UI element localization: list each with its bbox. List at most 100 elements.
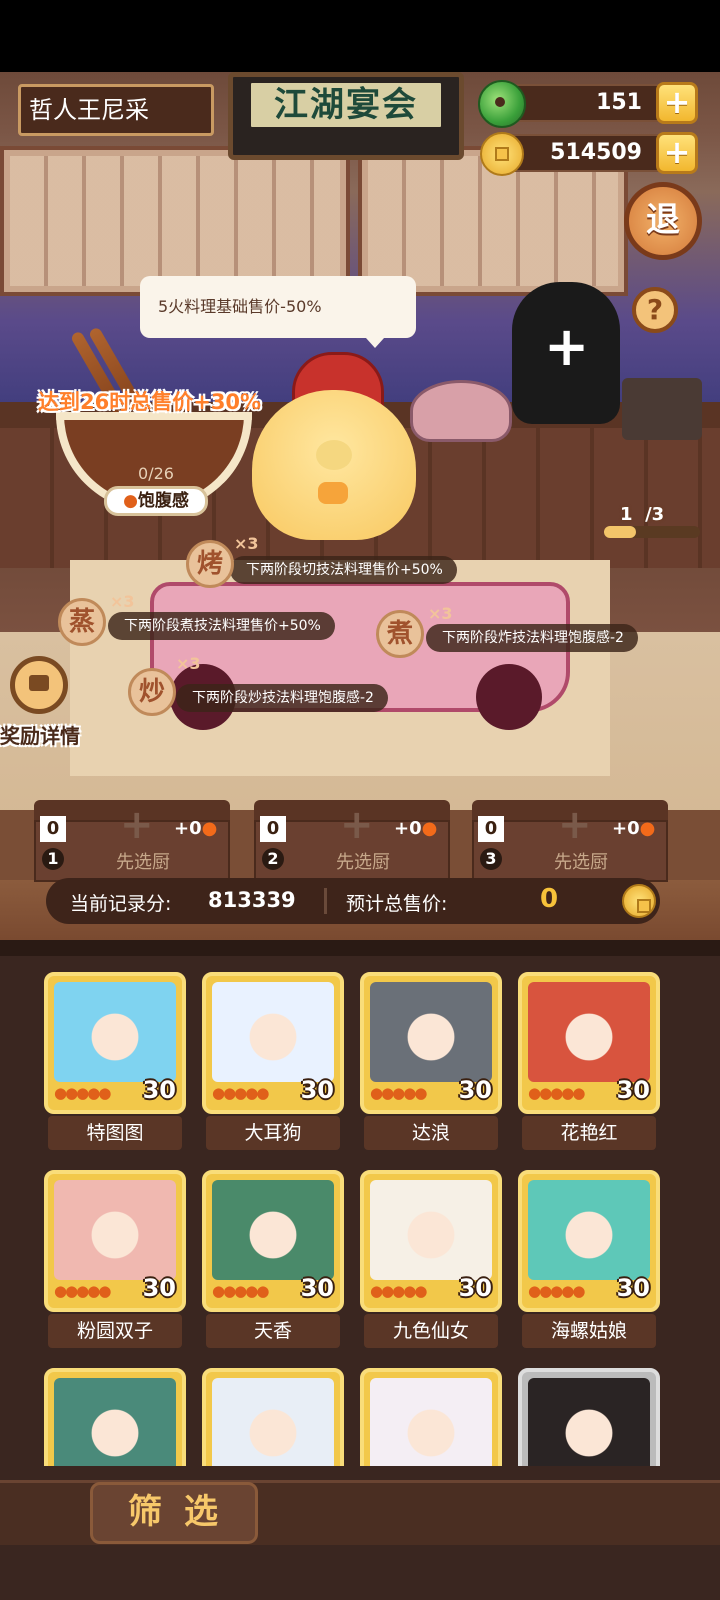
cart-wheel-right [476,664,542,730]
buff-text-1: 下两阶段切技法料理售价+50% [230,556,457,584]
score-bar: 当前记录分: 813339 预计总售价: 0 [46,878,660,924]
slot-fire-bonus: +0● [174,818,218,839]
chef-portrait [528,1378,650,1478]
wall-screen-left [0,146,350,296]
chef-slot-3[interactable]: + 0 +0● 3 先选厨 [472,800,668,884]
fire-rating-icon: ●●●●● [212,1282,269,1300]
slot-label: 先选厨 [116,852,170,873]
help-button[interactable]: ? [632,287,678,333]
stove-icon [622,378,702,440]
reward-details-button[interactable]: 奖励详情 [0,720,80,749]
reward-details-icon[interactable] [10,656,68,714]
chef-name: 大耳狗 [206,1116,340,1150]
event-title: 江湖宴会 [248,80,444,130]
slot-score: 0 [260,816,286,842]
chef-level: 30 [142,1274,176,1302]
chef-name: 海螺姑娘 [522,1314,656,1348]
chef-level: 30 [616,1076,650,1104]
slot-score: 0 [478,816,504,842]
buff-text-3: 下两阶段炸技法料理饱腹感-2 [426,624,638,652]
roster-edge [0,940,720,956]
score-divider [324,888,327,914]
fire-rating-icon: ●●●●● [370,1282,427,1300]
slot-plus-icon: + [558,802,592,848]
buff-multiplier: ×3 [110,592,135,611]
record-score-label: 当前记录分: [70,893,172,915]
chef-portrait [212,1378,334,1478]
chef-portrait [54,1180,176,1280]
slot-fire-bonus: +0● [394,818,438,839]
flame-icon: ● [639,818,656,839]
chef-card[interactable]: ●●●●● 30 [360,972,502,1114]
buff-icon-stirfry[interactable]: 炒 [128,668,176,716]
chef-card[interactable]: ●●●●● 30 [518,972,660,1114]
chef-level: 30 [300,1274,334,1302]
buff-text-2: 下两阶段煮技法料理售价+50% [108,612,335,640]
chef-slot-1[interactable]: + 0 +0● 1 先选厨 [34,800,230,884]
chef-name: 九色仙女 [364,1314,498,1348]
buff-multiplier: ×3 [234,534,259,553]
pot-icon [410,380,512,442]
chef-name: 花艳红 [522,1116,656,1150]
bowl-progress: 0/26 [138,464,174,483]
chef-portrait [212,982,334,1082]
chef-level: 30 [142,1076,176,1104]
round-progress-fill [604,526,636,538]
add-jade-button[interactable]: + [656,82,698,124]
chef-card[interactable]: ●●●●● 30 [360,1170,502,1312]
slot-number: 1 [42,848,64,870]
slot-score: 0 [40,816,66,842]
buff-icon-steam[interactable]: 蒸 [58,598,106,646]
chef-level: 30 [616,1274,650,1302]
buff-icon-roast[interactable]: 烤 [186,540,234,588]
buff-multiplier: ×3 [428,604,453,623]
jade-icon [478,80,526,128]
buff-multiplier: ×3 [176,654,201,673]
flame-icon: ● [123,491,138,511]
fire-rating-icon: ●●●●● [370,1084,427,1102]
round-progress-text: 1 /3 [620,504,665,525]
add-coins-button[interactable]: + [656,132,698,174]
player-name: 哲人王尼采 [18,84,214,136]
chef-portrait [212,1180,334,1280]
record-score-value: 813339 [208,888,296,912]
slot-number: 2 [262,848,284,870]
slot-label: 先选厨 [554,852,608,873]
estimated-sale-label: 预计总售价: [346,893,448,915]
chef-card[interactable]: ●●●●● 30 [518,1170,660,1312]
flame-icon: ● [421,818,438,839]
exit-button[interactable]: 退 [624,182,702,260]
chef-card[interactable]: ●●●●● 30 [202,972,344,1114]
fire-rating-icon: ●●●●● [212,1084,269,1102]
chef-portrait [528,982,650,1082]
bowl-goal-text: 达到26时总售价+30% [38,390,262,414]
slot-number: 3 [480,848,502,870]
chef-slot-2[interactable]: + 0 +0● 2 先选厨 [254,800,450,884]
mascot-beak [318,482,348,504]
slot-plus-icon: + [120,802,154,848]
slot-fire-bonus: +0● [612,818,656,839]
chef-card[interactable]: ●●●●● 30 [202,1170,344,1312]
chef-card[interactable]: ●●●●● 30 [44,1170,186,1312]
status-bar [0,0,720,72]
chef-portrait [528,1180,650,1280]
chef-portrait [54,1378,176,1478]
chef-name: 达浪 [364,1116,498,1150]
chef-portrait [370,1180,492,1280]
estimated-sale-value: 0 [540,884,559,914]
slot-label: 先选厨 [336,852,390,873]
add-chef-icon[interactable]: + [544,320,589,374]
filter-button[interactable]: 筛选 [90,1482,258,1544]
chef-level: 30 [458,1076,492,1104]
chef-portrait [370,982,492,1082]
mascot-emblem-icon [316,440,352,470]
chef-name: 特图图 [48,1116,182,1150]
satiety-label: ●饱腹感 [104,486,208,516]
chef-portrait [370,1378,492,1478]
fire-rating-icon: ●●●●● [528,1084,585,1102]
chef-card[interactable]: ●●●●● 30 [44,972,186,1114]
buff-icon-boil[interactable]: 煮 [376,610,424,658]
fire-rating-icon: ●●●●● [528,1282,585,1300]
buff-text-4: 下两阶段炒技法料理饱腹感-2 [176,684,388,712]
chef-level: 30 [458,1274,492,1302]
